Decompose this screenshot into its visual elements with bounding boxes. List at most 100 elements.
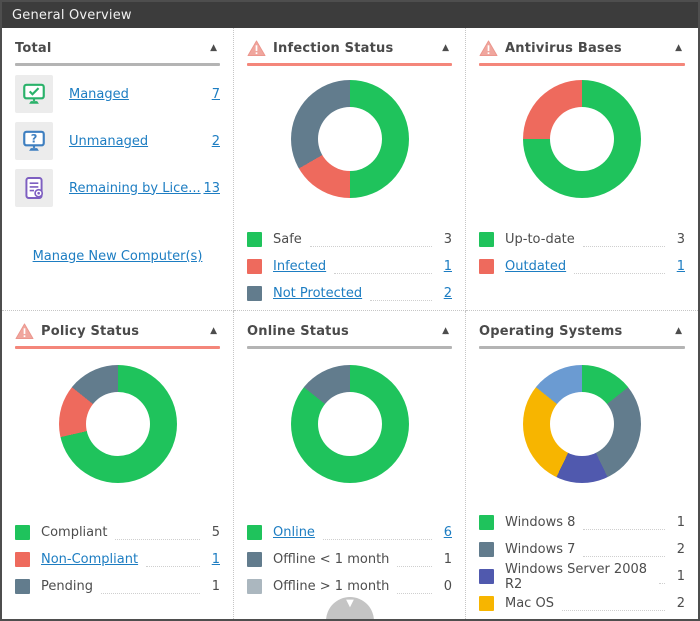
legend-value: 0 (443, 579, 452, 594)
legend-item-offline-gt-month: Offline > 1 month 0 (247, 573, 452, 600)
legend-label: Safe (273, 232, 302, 247)
legend-label: Offline > 1 month (273, 579, 390, 594)
manage-new-computers-link[interactable]: Manage New Computer(s) (33, 249, 203, 264)
leader-line (100, 593, 200, 594)
not-protected-link[interactable]: Not Protected (273, 286, 362, 301)
legend-label: Windows Server 2008 R2 (505, 561, 648, 592)
legend-swatch (15, 525, 30, 540)
panel-policy-header: Policy Status ▲ (15, 319, 220, 343)
leader-line (309, 246, 432, 247)
legend-item-windows-server-2008-r2: Windows Server 2008 R2 1 (479, 561, 685, 592)
collapse-arrow-icon[interactable]: ▲ (207, 41, 220, 55)
unmanaged-computer-icon: ? (15, 122, 53, 160)
legend-label: Up-to-date (505, 232, 575, 247)
legend-swatch (247, 259, 262, 274)
header-underline (15, 63, 220, 66)
collapse-arrow-icon[interactable]: ▲ (439, 41, 452, 55)
manage-new-computers-row: Manage New Computer(s) (15, 249, 220, 264)
online-status-legend: Online 6 Offline < 1 month 1 Offline > 1… (247, 519, 452, 600)
leader-line (146, 566, 200, 567)
managed-link[interactable]: Managed (69, 87, 129, 102)
panel-online-header: Online Status ▲ (247, 319, 452, 343)
online-link[interactable]: Online (273, 525, 315, 540)
outdated-count-link[interactable]: 1 (671, 259, 685, 274)
panel-title: Total (15, 40, 52, 56)
panel-title: Infection Status (273, 40, 394, 56)
unmanaged-count-link[interactable]: 2 (212, 134, 220, 149)
online-status-donut-chart (290, 365, 409, 483)
panel-policy-status: Policy Status ▲ Compliant 5 Non-Complian… (2, 311, 234, 619)
panel-infection-header: Infection Status ▲ (247, 36, 452, 60)
header-underline (247, 346, 452, 349)
panel-antivirus-header: Antivirus Bases ▲ (479, 36, 685, 60)
leader-line (574, 273, 665, 274)
legend-item-up-to-date: Up-to-date 3 (479, 226, 685, 253)
panel-antivirus-bases: Antivirus Bases ▲ Up-to-date 3 Outdated … (466, 28, 698, 311)
legend-swatch (479, 596, 494, 611)
scroll-down-button[interactable]: ▼ (326, 597, 374, 619)
total-row-managed: Managed 7 (15, 75, 220, 113)
collapse-arrow-icon[interactable]: ▲ (207, 324, 220, 338)
legend-value: 2 (676, 596, 685, 611)
window-title: General Overview (12, 7, 132, 23)
policy-status-donut-chart (58, 365, 177, 483)
legend-value: 1 (443, 552, 452, 567)
legend-value: 1 (676, 515, 685, 530)
leader-line (115, 539, 200, 540)
unmanaged-link[interactable]: Unmanaged (69, 134, 148, 149)
online-count-link[interactable]: 6 (438, 525, 452, 540)
legend-item-offline-lt-month: Offline < 1 month 1 (247, 546, 452, 573)
leader-line (334, 273, 432, 274)
collapse-arrow-icon[interactable]: ▲ (672, 41, 685, 55)
panel-infection-status: Infection Status ▲ Safe 3 Infected 1 Not… (234, 28, 466, 311)
infection-status-legend: Safe 3 Infected 1 Not Protected 2 (247, 226, 452, 307)
panel-total: Total ▲ Managed 7 ? Unmanaged 2 Remainin… (2, 28, 234, 311)
svg-text:?: ? (31, 132, 38, 146)
non-compliant-link[interactable]: Non-Compliant (41, 552, 138, 567)
infection-status-donut-chart (290, 80, 409, 198)
legend-value: 3 (443, 232, 452, 247)
legend-swatch (15, 579, 30, 594)
legend-swatch (247, 552, 262, 567)
general-overview-window: General Overview Total ▲ Managed 7 ? Unm… (0, 0, 700, 621)
policy-status-legend: Compliant 5 Non-Compliant 1 Pending 1 (15, 519, 220, 600)
collapse-arrow-icon[interactable]: ▲ (672, 324, 685, 338)
legend-swatch (15, 552, 30, 567)
remaining-licenses-count-link[interactable]: 13 (203, 181, 220, 196)
header-underline (247, 63, 452, 66)
panel-title: Operating Systems (479, 323, 623, 339)
outdated-link[interactable]: Outdated (505, 259, 566, 274)
header-underline (479, 63, 685, 66)
infected-link[interactable]: Infected (273, 259, 326, 274)
collapse-arrow-icon[interactable]: ▲ (439, 324, 452, 338)
legend-value: 1 (676, 569, 685, 584)
total-row-licenses: Remaining by Lice... 13 (15, 169, 220, 207)
antivirus-bases-donut-chart (523, 80, 641, 198)
panel-os-header: Operating Systems ▲ (479, 319, 685, 343)
managed-count-link[interactable]: 7 (212, 87, 220, 102)
legend-item-non-compliant: Non-Compliant 1 (15, 546, 220, 573)
legend-item-outdated: Outdated 1 (479, 253, 685, 280)
legend-label: Mac OS (505, 596, 554, 611)
legend-value: 1 (211, 579, 220, 594)
leader-line (582, 246, 665, 247)
legend-swatch (479, 515, 494, 530)
legend-value: 5 (211, 525, 220, 540)
not-protected-count-link[interactable]: 2 (438, 286, 452, 301)
operating-systems-donut-chart (523, 365, 641, 483)
warning-triangle-icon (479, 39, 498, 56)
non-compliant-count-link[interactable]: 1 (206, 552, 220, 567)
leader-line (322, 539, 432, 540)
leader-line (583, 556, 665, 557)
panel-total-header: Total ▲ (15, 36, 220, 60)
legend-label: Compliant (41, 525, 108, 540)
legend-swatch (247, 525, 262, 540)
infected-count-link[interactable]: 1 (438, 259, 452, 274)
panel-operating-systems: Operating Systems ▲ Windows 8 1 Windows … (466, 311, 698, 619)
legend-item-mac-os: Mac OS 2 (479, 590, 685, 617)
window-titlebar: General Overview (2, 2, 698, 28)
panel-title: Policy Status (41, 323, 140, 339)
operating-systems-legend: Windows 8 1 Windows 7 2 Windows Server 2… (479, 509, 685, 617)
legend-swatch (247, 286, 262, 301)
remaining-licenses-link[interactable]: Remaining by Lice... (69, 181, 201, 196)
